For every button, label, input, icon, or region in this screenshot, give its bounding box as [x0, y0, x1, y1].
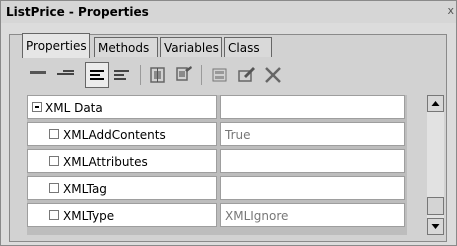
scroll-thumb[interactable]	[427, 197, 444, 215]
property-name-cell: XML Data	[27, 95, 217, 119]
property-value-cell[interactable]: XMLIgnore	[220, 203, 405, 227]
property-row[interactable]: XMLTag	[27, 176, 407, 203]
tab-label: Variables	[164, 41, 219, 55]
property-label: XMLAttributes	[63, 155, 148, 169]
collapse-icon[interactable]	[32, 102, 42, 112]
property-value: True	[225, 128, 251, 142]
property-name-cell: XMLTag	[27, 176, 217, 200]
align-left-icon[interactable]	[110, 62, 134, 88]
split-column-icon[interactable]	[146, 62, 170, 88]
title-bar[interactable]: ListPrice - Properties x	[1, 1, 456, 23]
property-row[interactable]: XMLAttributes	[27, 149, 407, 176]
new-item-icon[interactable]	[208, 62, 232, 88]
property-group-row[interactable]: XML Data	[27, 95, 407, 122]
property-value-cell[interactable]: True	[220, 122, 405, 146]
tab-methods[interactable]: Methods	[94, 37, 158, 57]
tab-class[interactable]: Class	[224, 37, 272, 57]
edit-item-icon[interactable]	[234, 62, 258, 88]
vertical-scrollbar[interactable]	[427, 95, 444, 235]
toolbar-separator	[140, 65, 141, 85]
property-row[interactable]: XMLAddContents True	[27, 122, 407, 149]
property-label: XMLAddContents	[63, 128, 166, 142]
thin-line-icon[interactable]	[54, 62, 78, 88]
property-checkbox-icon[interactable]	[49, 183, 59, 193]
property-value: XMLIgnore	[225, 209, 289, 223]
delete-icon[interactable]	[261, 62, 285, 88]
tab-label: Class	[228, 41, 260, 55]
property-name-cell: XMLAttributes	[27, 149, 217, 173]
thick-line-icon[interactable]	[26, 62, 50, 88]
property-value-cell[interactable]	[220, 149, 405, 173]
property-value-cell[interactable]	[220, 176, 405, 200]
property-checkbox-icon[interactable]	[49, 156, 59, 166]
tab-variables[interactable]: Variables	[160, 37, 222, 57]
property-group-label: XML Data	[45, 101, 103, 115]
arrow-up-icon[interactable]	[427, 95, 444, 112]
split-row-icon[interactable]	[171, 62, 195, 88]
property-grid: XML Data XMLAddContents True XMLAttribut…	[27, 95, 407, 235]
property-value-cell[interactable]	[220, 95, 405, 119]
tab-properties[interactable]: Properties	[22, 33, 90, 58]
toolbar-separator	[201, 65, 202, 85]
tab-label: Methods	[98, 41, 150, 55]
property-label: XMLType	[63, 209, 115, 223]
window-title: ListPrice - Properties	[6, 5, 149, 19]
toolbar	[26, 62, 406, 90]
property-name-cell: XMLType	[27, 203, 217, 227]
property-checkbox-icon[interactable]	[49, 210, 59, 220]
arrow-down-icon[interactable]	[427, 218, 444, 235]
align-left-pressed-icon[interactable]	[85, 62, 109, 88]
property-label: XMLTag	[63, 182, 107, 196]
tab-label: Properties	[26, 39, 87, 53]
property-checkbox-icon[interactable]	[49, 129, 59, 139]
property-row[interactable]: XMLType XMLIgnore	[27, 203, 407, 230]
close-icon[interactable]: x	[447, 4, 454, 17]
property-name-cell: XMLAddContents	[27, 122, 217, 146]
